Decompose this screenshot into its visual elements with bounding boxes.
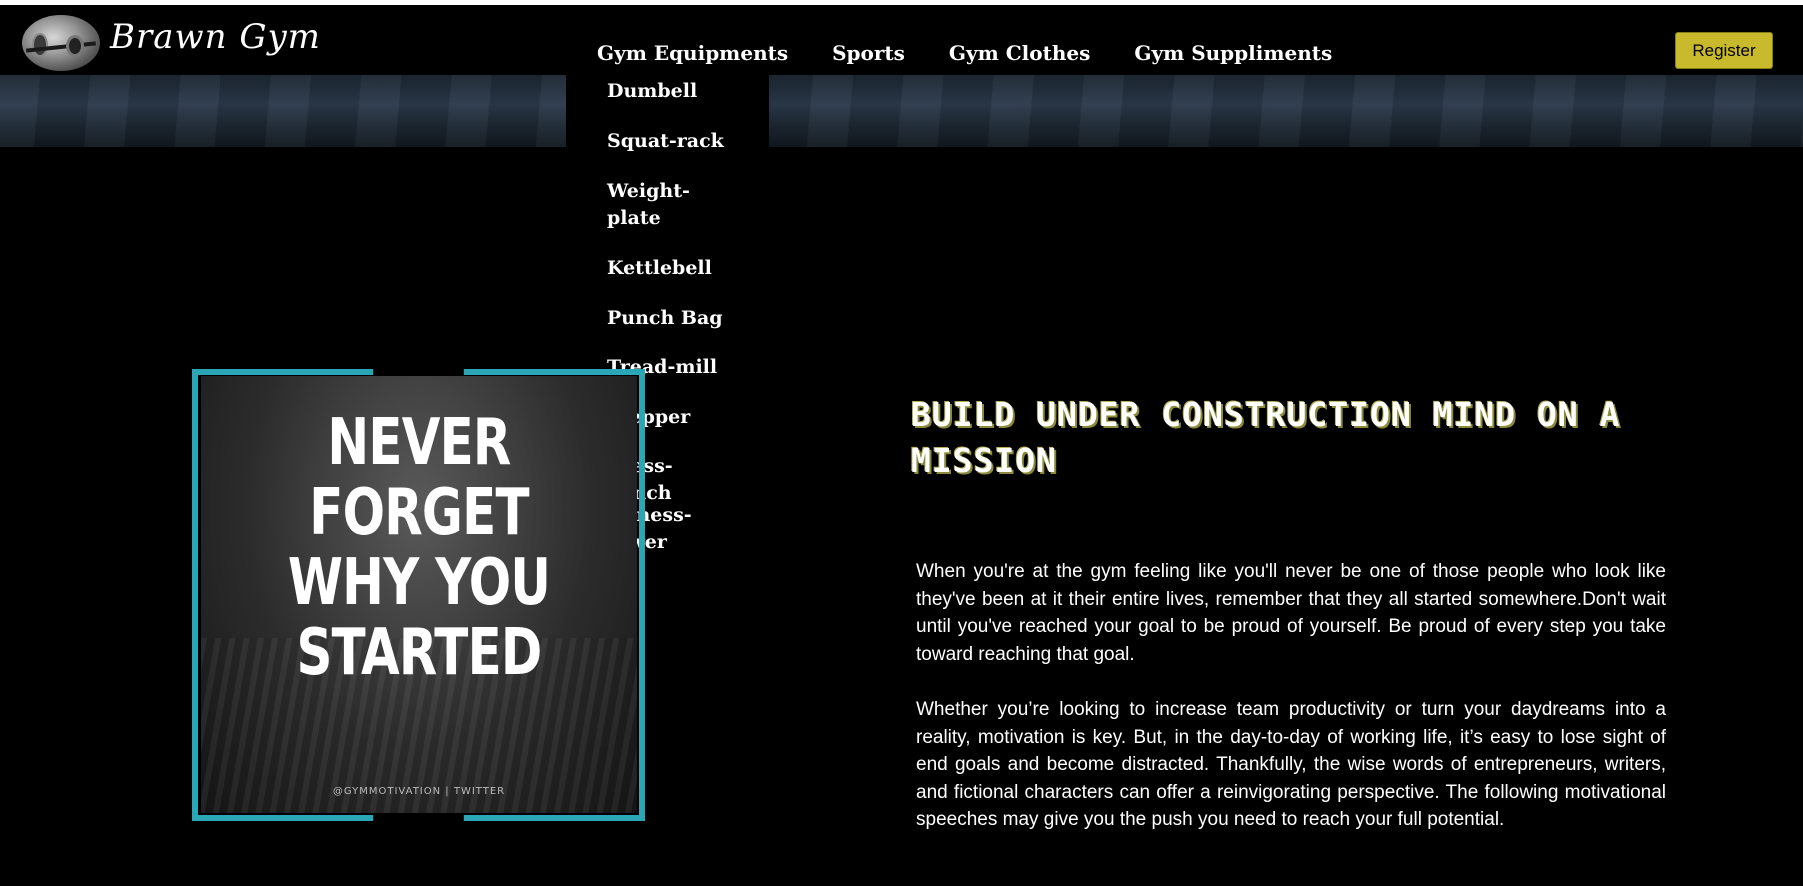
- dropdown-item-squat-rack[interactable]: Squat-rack: [607, 128, 727, 155]
- nav-gym-suppliments[interactable]: Gym Suppliments: [1134, 41, 1332, 65]
- motivation-poster: NEVER FORGET WHY YOU STARTED @GYMMOTIVAT…: [192, 369, 645, 821]
- dropdown-item-dumbell[interactable]: Dumbell: [607, 78, 727, 105]
- main-headline: BUILD UNDER CONSTRUCTION MIND ON A MISSI…: [911, 395, 1621, 480]
- poster-credit: @GYMMOTIVATION | TWITTER: [332, 786, 506, 797]
- poster-line: STARTED: [296, 616, 542, 690]
- navbar: Brawn Gym Gym Equipments Sports Gym Clot…: [0, 5, 1803, 75]
- dropdown-item-weight-plate[interactable]: Weight-plate: [607, 178, 727, 232]
- hero-banner: [0, 75, 1803, 147]
- poster-line: NEVER: [327, 406, 511, 480]
- dropdown-item-kettlebell[interactable]: Kettlebell: [607, 255, 727, 282]
- poster-line: WHY YOU: [287, 546, 551, 620]
- nav-gym-clothes[interactable]: Gym Clothes: [949, 41, 1090, 65]
- nav-gym-equipments[interactable]: Gym Equipments: [597, 41, 788, 65]
- register-button[interactable]: Register: [1675, 32, 1773, 69]
- main-nav: Gym Equipments Sports Gym Clothes Gym Su…: [597, 41, 1376, 65]
- brand-name[interactable]: Brawn Gym: [110, 17, 321, 57]
- intro-paragraph: When you're at the gym feeling like you'…: [916, 561, 1666, 665]
- poster-headline: NEVER FORGET WHY YOU STARTED: [249, 408, 589, 688]
- poster-line: FORGET: [309, 476, 529, 550]
- nav-sports[interactable]: Sports: [832, 41, 905, 65]
- dropdown-item-punch-bag[interactable]: Punch Bag: [607, 305, 727, 332]
- logo-icon[interactable]: [22, 15, 100, 71]
- motivation-paragraph: Whether you’re looking to increase team …: [916, 699, 1666, 830]
- poster-image: NEVER FORGET WHY YOU STARTED @GYMMOTIVAT…: [201, 376, 637, 813]
